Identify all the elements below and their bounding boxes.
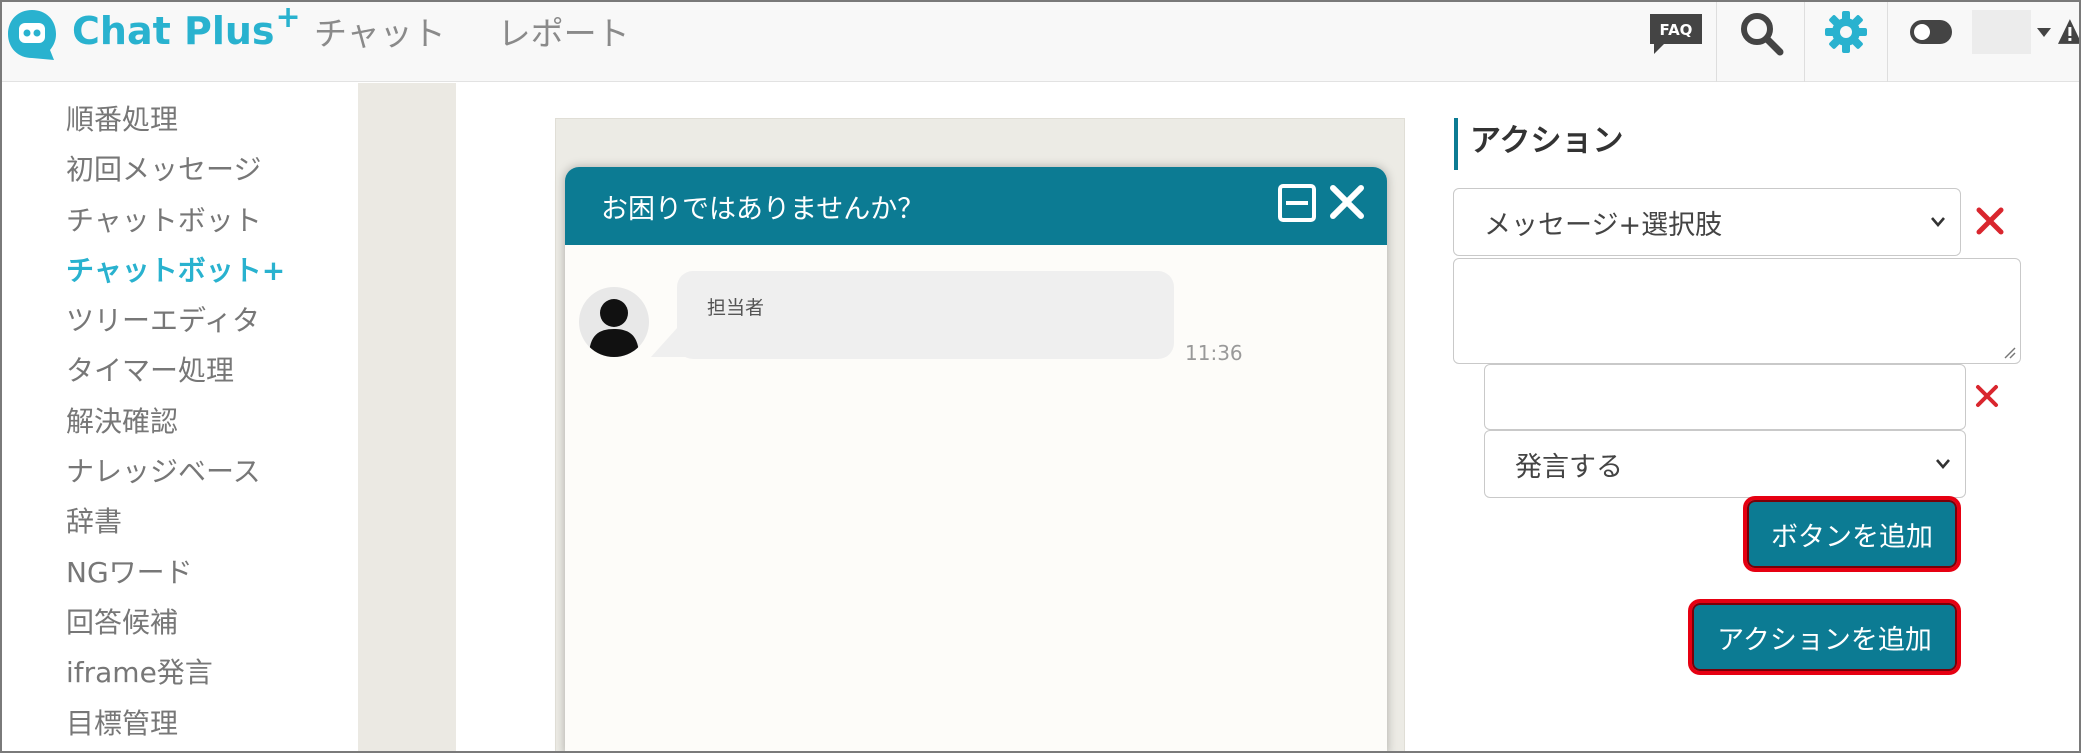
chat-widget-preview: お困りではありませんか？ 担当者 11:36 xyxy=(565,167,1387,751)
sidebar-item-chatbot[interactable]: チャットボット xyxy=(66,196,285,246)
top-header: Chat Plus + チャット レポート FAQ xyxy=(2,2,2081,82)
delete-action-icon[interactable] xyxy=(1975,206,2005,236)
account-dropdown-icon[interactable] xyxy=(2037,28,2052,37)
widget-title: お困りではありませんか？ xyxy=(601,193,925,225)
chevron-down-icon xyxy=(1936,459,1950,469)
person-icon xyxy=(589,299,639,357)
chevron-down-icon xyxy=(1931,217,1945,227)
user-avatar[interactable] xyxy=(1971,10,2032,54)
close-icon[interactable] xyxy=(1327,182,1367,222)
nav-report[interactable]: レポート xyxy=(498,7,630,55)
sidebar-gutter xyxy=(358,83,456,751)
main-nav: チャット レポート xyxy=(314,6,682,56)
message-bubble: 担当者 xyxy=(677,271,1174,359)
message-textarea[interactable] xyxy=(1453,258,2021,364)
add-button-button[interactable]: ボタンを追加 xyxy=(1743,496,1961,572)
sidebar-item-iframe-post[interactable]: iframe発言 xyxy=(66,648,285,698)
resize-grip-icon[interactable] xyxy=(2002,345,2016,359)
chatplus-logo[interactable]: Chat Plus + xyxy=(6,2,301,60)
button-label-input[interactable] xyxy=(1484,364,1966,430)
action-section-title: アクション xyxy=(1454,118,1623,170)
sidebar-menu: 順番処理 初回メッセージ チャットボット チャットボット+ ツリーエディタ タイ… xyxy=(66,95,285,749)
widget-header: お困りではありませんか？ xyxy=(565,167,1387,245)
sidebar-item-tree-editor[interactable]: ツリーエディタ xyxy=(66,296,285,346)
minimize-icon[interactable] xyxy=(1277,183,1317,223)
sidebar-item-goal-management[interactable]: 目標管理 xyxy=(66,699,285,749)
button-behavior-select[interactable]: 発言する xyxy=(1484,430,1966,498)
account-area xyxy=(1887,2,2081,82)
sidebar-item-knowledge-base[interactable]: ナレッジベース xyxy=(66,447,285,497)
agent-avatar xyxy=(579,287,649,357)
nav-chat[interactable]: チャット xyxy=(314,7,446,55)
sidebar-item-resolution-check[interactable]: 解決確認 xyxy=(66,397,285,447)
add-action-button[interactable]: アクションを追加 xyxy=(1688,599,1961,675)
logo-plus: + xyxy=(275,0,301,35)
button-behavior-value: 発言する xyxy=(1515,451,1623,483)
sidebar-item-order-processing[interactable]: 順番処理 xyxy=(66,95,285,145)
warning-icon[interactable] xyxy=(2057,18,2081,46)
search-button[interactable] xyxy=(1716,2,1804,82)
message-sender: 担当者 xyxy=(707,297,765,319)
app-window: Chat Plus + チャット レポート FAQ 順番処理 初回メッセージ チ… xyxy=(0,0,2081,753)
sidebar-item-dictionary[interactable]: 辞書 xyxy=(66,497,285,547)
chat-bubble-logo-icon xyxy=(6,8,56,60)
faq-button[interactable]: FAQ xyxy=(1636,2,1716,82)
action-type-value: メッセージ+選択肢 xyxy=(1484,209,1723,241)
sidebar-item-ng-words[interactable]: NGワード xyxy=(66,548,285,598)
search-icon xyxy=(1740,13,1783,56)
sidebar-item-first-message[interactable]: 初回メッセージ xyxy=(66,145,285,195)
gear-icon xyxy=(1825,11,1867,53)
message-time: 11:36 xyxy=(1185,341,1243,365)
sidebar-item-answer-candidates[interactable]: 回答候補 xyxy=(66,598,285,648)
logo-text: Chat Plus xyxy=(72,9,275,53)
delete-button-icon[interactable] xyxy=(1975,384,1999,408)
settings-sidebar: 順番処理 初回メッセージ チャットボット チャットボット+ ツリーエディタ タイ… xyxy=(2,83,358,751)
settings-button[interactable] xyxy=(1804,2,1887,82)
sidebar-item-timer-processing[interactable]: タイマー処理 xyxy=(66,346,285,396)
header-tools: FAQ xyxy=(1636,2,2081,82)
svg-text:FAQ: FAQ xyxy=(1660,21,1693,39)
sidebar-item-chatbot-plus[interactable]: チャットボット+ xyxy=(66,246,285,296)
faq-icon: FAQ xyxy=(1650,14,1702,54)
action-type-select[interactable]: メッセージ+選択肢 xyxy=(1453,188,1961,256)
status-toggle[interactable] xyxy=(1910,20,1952,44)
